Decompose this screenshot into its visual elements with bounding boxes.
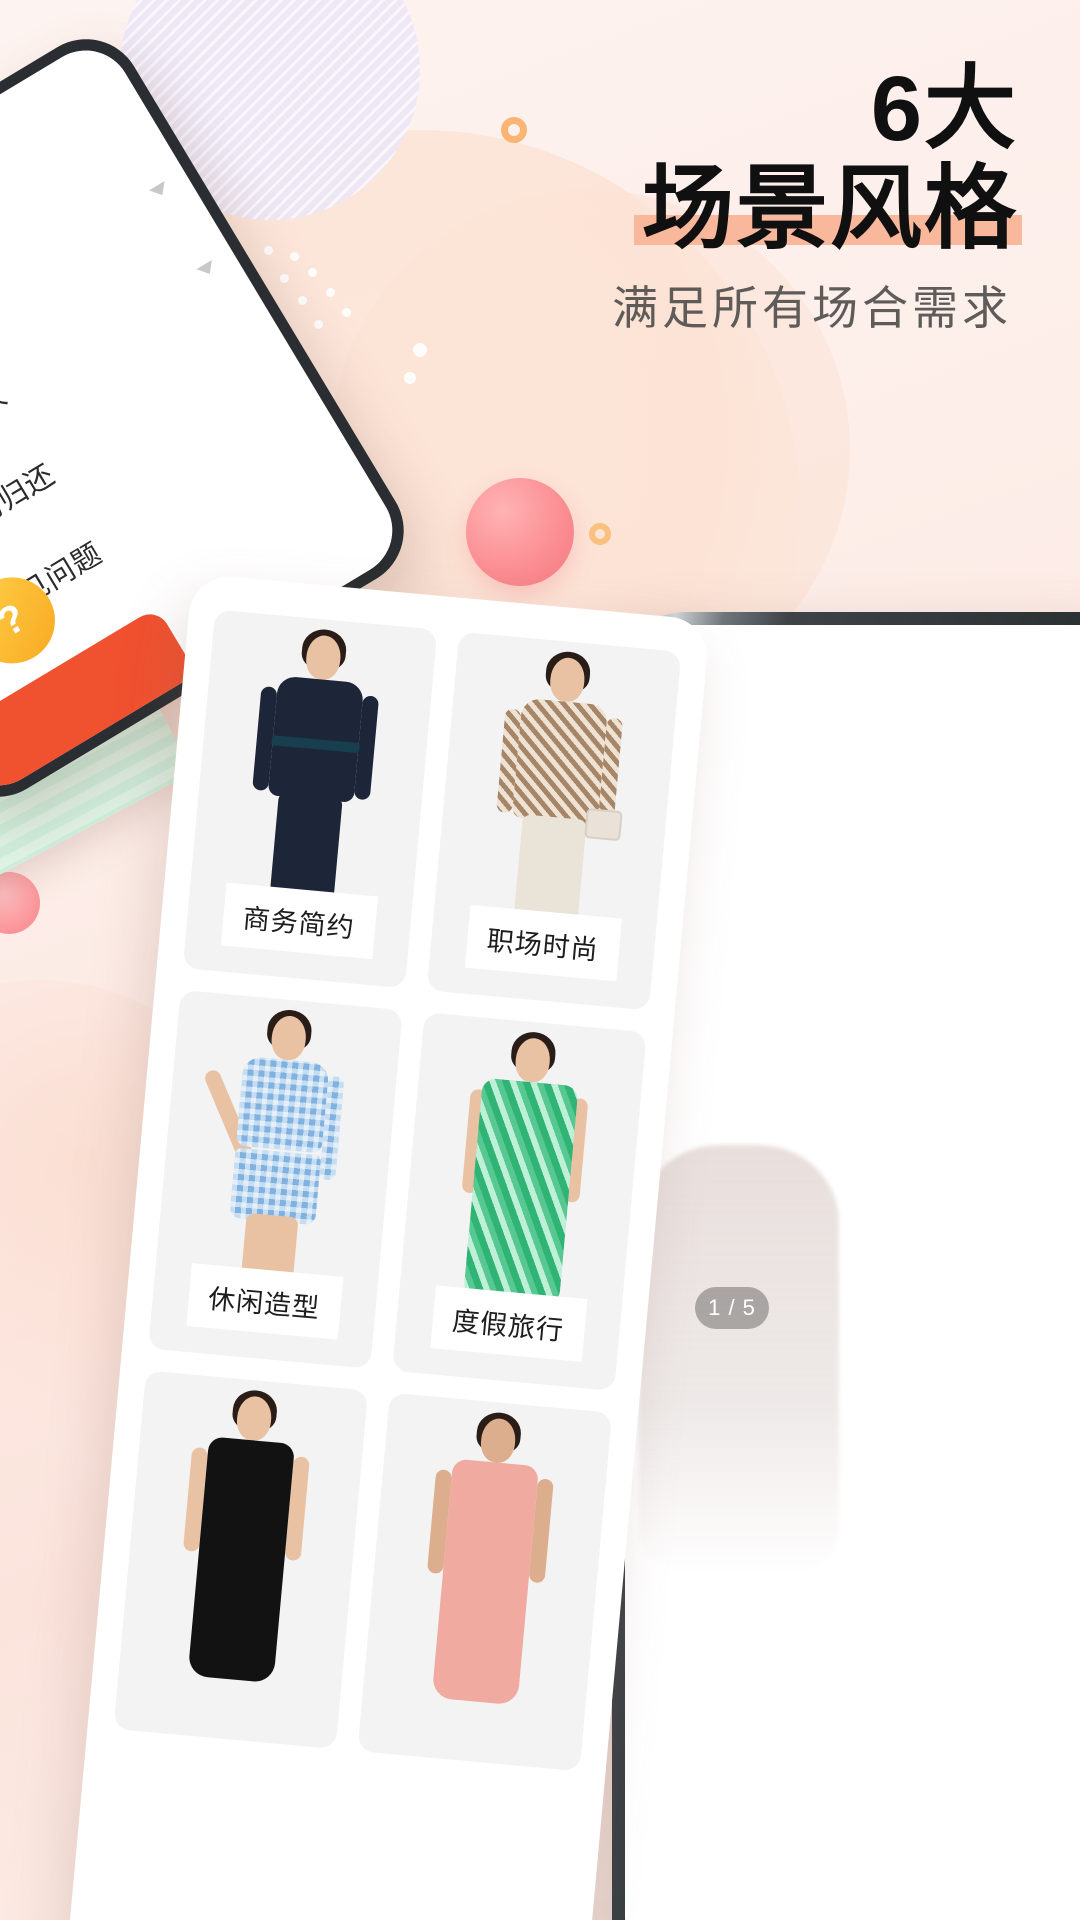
pagination-badge: 1 / 5 <box>695 1287 769 1329</box>
decorative-dot <box>404 372 416 384</box>
outfit-figure-pink-dress <box>399 1410 575 1716</box>
decorative-ring-icon <box>501 117 527 143</box>
style-card-label: 商务简约 <box>220 882 378 960</box>
style-card-label: 休闲造型 <box>185 1263 343 1340</box>
style-card-partial-pink-dress[interactable] <box>357 1392 613 1772</box>
headline-line-2: 场景风格 <box>641 157 1018 260</box>
style-grid: 商务简约 职场时尚 休闲造型 度假旅行 <box>113 609 682 1772</box>
handbag-icon <box>583 807 623 842</box>
headline-block: 6大 场景风格 <box>633 58 1022 258</box>
headline-line-2-wrapper: 场景风格 <box>633 161 1022 258</box>
decorative-pink-sphere <box>466 478 574 586</box>
style-card-casual-look[interactable]: 休闲造型 <box>148 989 403 1369</box>
background-model-photo <box>639 1145 839 1575</box>
outfit-figure-black-dress <box>155 1388 331 1694</box>
style-card-label: 职场时尚 <box>464 904 622 982</box>
primary-phone-screen: 1 / 5 <box>625 625 1080 1920</box>
style-card-label: 度假旅行 <box>429 1285 587 1362</box>
screenshot-stage: 6大 场景风格 满足所有场合需求 托特衣箱 <box>0 0 1080 1920</box>
subtitle-text: 满足所有场合需求 <box>612 282 1012 334</box>
style-card-business-simple[interactable]: 商务简约 <box>182 609 438 989</box>
headline-line-1: 6大 <box>870 58 1018 160</box>
chevron-down-icon <box>148 180 170 200</box>
chevron-down-icon <box>196 259 218 279</box>
style-card-vacation-travel[interactable]: 度假旅行 <box>392 1012 647 1391</box>
style-card-workplace-fashion[interactable]: 职场时尚 <box>426 631 682 1011</box>
style-card-partial-black-dress[interactable] <box>113 1370 369 1750</box>
decorative-dot <box>413 343 427 357</box>
decorative-pink-sphere-left <box>0 872 40 934</box>
decorative-ring-small-icon <box>589 523 611 545</box>
